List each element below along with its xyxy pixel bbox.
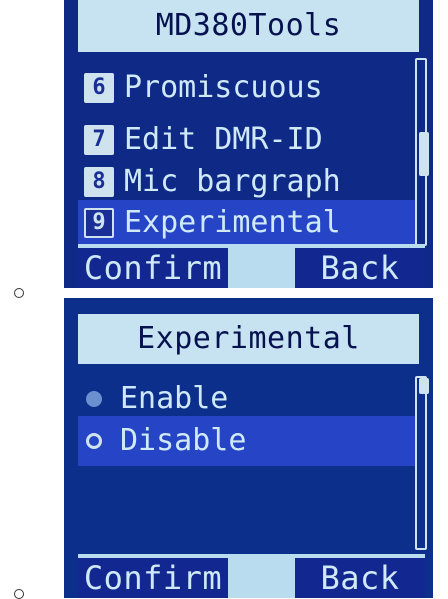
option-disable[interactable]: Disable (78, 416, 415, 466)
option-scrollbar-thumb[interactable] (419, 378, 429, 394)
softkey-bar: Confirm Back (78, 244, 425, 288)
confirm-button[interactable]: Confirm (78, 558, 228, 598)
menu-item-label: Promiscuous (124, 70, 323, 105)
radio-screen-experimental: Experimental Enable Disable Confirm Back (64, 298, 433, 598)
submenu-title: Experimental (78, 314, 419, 364)
menu-item-label: Experimental (124, 205, 341, 240)
menu-item-promiscuous[interactable]: 6 Promiscuous (78, 62, 415, 114)
menu-scrollbar-thumb[interactable] (419, 132, 429, 176)
option-label: Disable (120, 423, 247, 458)
menu-item-number: 9 (84, 208, 114, 238)
menu-item-experimental[interactable]: 9 Experimental (78, 200, 415, 246)
menu-item-number: 8 (84, 167, 114, 197)
confirm-button[interactable]: Confirm (78, 248, 228, 288)
menu-item-number: 7 (84, 125, 114, 155)
back-button[interactable]: Back (295, 248, 425, 288)
list-bullet (14, 288, 24, 298)
radio-screen-menu: MD380Tools 6 Promiscuous 7 Edit DMR-ID 8… (64, 0, 433, 288)
option-scrollbar[interactable] (415, 376, 427, 550)
radio-selected-icon (86, 433, 102, 449)
radio-unselected-icon (86, 391, 102, 407)
softkey-bar: Confirm Back (78, 554, 425, 598)
menu-title: MD380Tools (78, 0, 419, 52)
menu-item-number: 6 (84, 73, 114, 103)
back-button[interactable]: Back (295, 558, 425, 598)
